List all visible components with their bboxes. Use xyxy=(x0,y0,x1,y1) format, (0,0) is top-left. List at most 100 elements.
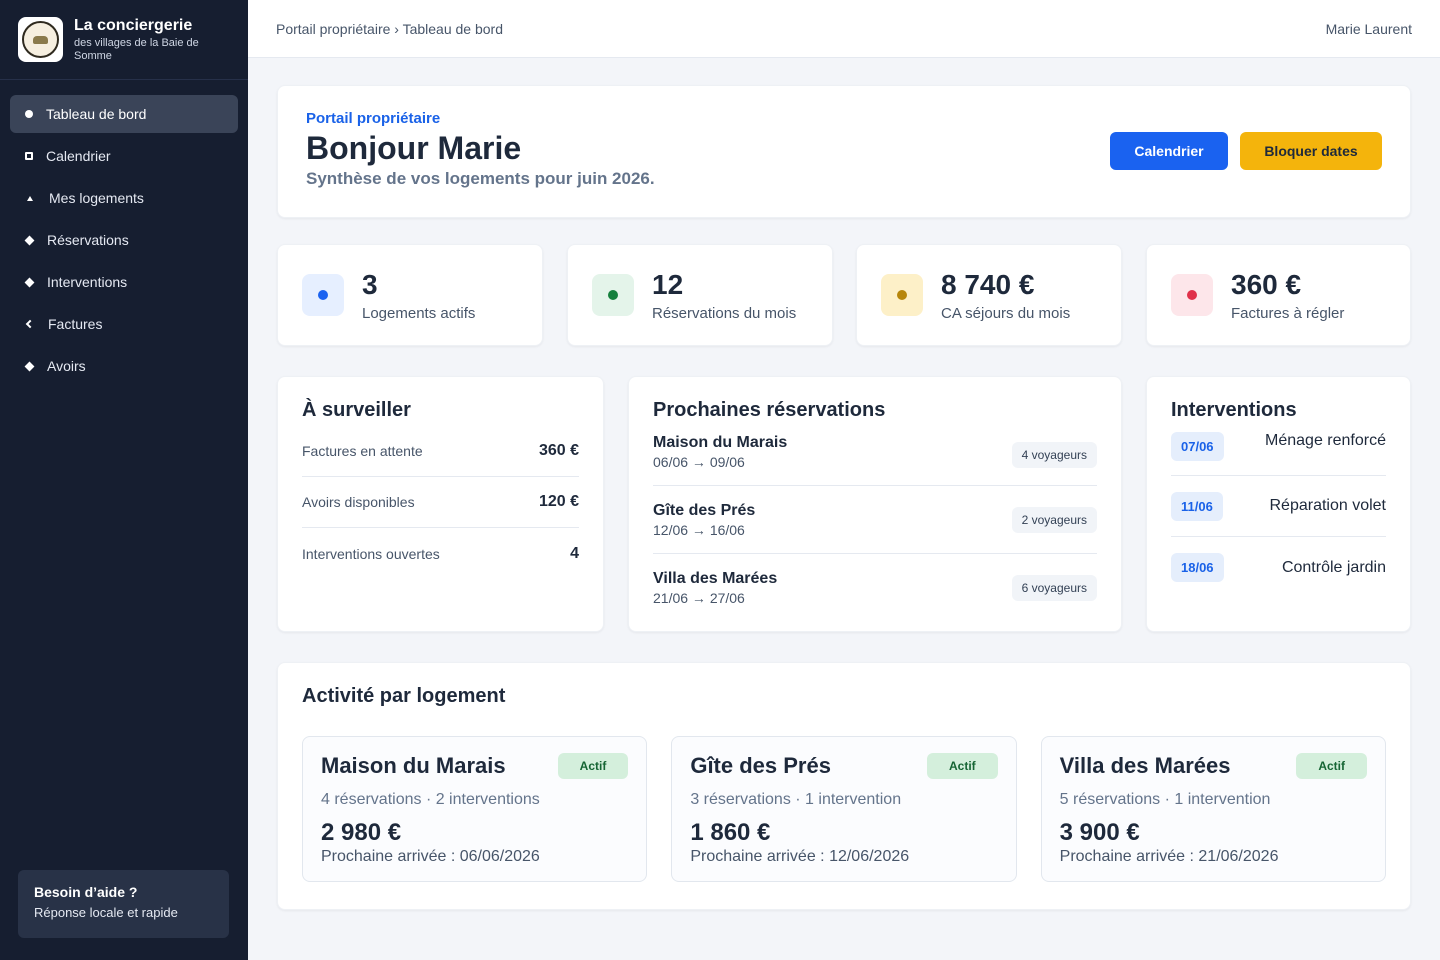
dot-icon xyxy=(608,290,618,300)
reservations-panel: Prochaines réservations Maison du Marais… xyxy=(628,376,1122,632)
reservation-dates: 21/06 → 27/06 xyxy=(653,590,745,606)
watch-value: 120 € xyxy=(538,493,579,510)
watch-label: Avoirs disponibles xyxy=(302,494,415,510)
topbar: Portail propriétaire › Tableau de bord M… xyxy=(248,0,1440,58)
hero-subtitle: Synthèse de vos logements pour juin 2026… xyxy=(306,169,655,188)
sidebar-nav: Tableau de bord Calendrier Mes logements… xyxy=(0,95,248,385)
watch-value: 360 € xyxy=(538,442,579,459)
guests-badge: 2 voyageurs xyxy=(1011,506,1097,533)
list-item[interactable]: Maison du Marais 06/06 → 09/06 4 voyageu… xyxy=(653,430,1097,486)
panel-title: Prochaines réservations xyxy=(653,399,886,421)
reservation-name: Maison du Marais xyxy=(653,434,788,451)
calendar-button[interactable]: Calendrier xyxy=(1110,132,1228,170)
property-amount: 1 860 € xyxy=(690,819,771,846)
stat-value: 3 xyxy=(362,268,378,300)
list-item[interactable]: Factures en attente 360 € xyxy=(302,426,579,477)
property-next-arrival: Prochaine arrivée : 12/06/2026 xyxy=(690,848,910,865)
list-item[interactable]: Villa des Marées 21/06 → 27/06 6 voyageu… xyxy=(653,554,1097,622)
guests-badge: 4 voyageurs xyxy=(1011,442,1097,468)
sidebar-item-label: Avoirs xyxy=(47,358,86,374)
property-card[interactable]: Maison du Marais Actif 4 réservations · … xyxy=(302,736,648,882)
sidebar-item-label: Mes logements xyxy=(49,190,144,206)
stat-label: CA séjours du mois xyxy=(941,304,1071,322)
diamond-icon xyxy=(24,235,35,245)
status-badge: Actif xyxy=(926,753,998,779)
sidebar: La conciergerie des villages de la Baie … xyxy=(0,0,248,960)
sidebar-item-label: Réservations xyxy=(47,232,129,248)
user-name[interactable]: Marie Laurent xyxy=(1326,21,1412,37)
watch-value: 4 xyxy=(570,544,579,562)
sidebar-item-reservations[interactable]: Réservations xyxy=(10,221,238,259)
list-item[interactable]: 11/06 Réparation volet xyxy=(1171,476,1386,537)
panel-title: À surveiller xyxy=(302,399,411,421)
dot-icon xyxy=(25,110,33,118)
status-badge: Actif xyxy=(557,753,629,779)
sidebar-item-interventions[interactable]: Interventions xyxy=(10,263,238,301)
reservation-dates: 12/06 → 16/06 xyxy=(653,521,745,538)
list-item[interactable]: Avoirs disponibles 120 € xyxy=(302,477,579,528)
watch-label: Factures en attente xyxy=(302,443,423,459)
stat-icon xyxy=(302,274,344,316)
block-dates-button[interactable]: Bloquer dates xyxy=(1240,132,1382,170)
square-icon xyxy=(25,152,33,160)
property-meta: 3 réservations · 1 intervention xyxy=(690,791,902,808)
property-card[interactable]: Gîte des Prés Actif 3 réservations · 1 i… xyxy=(671,736,1017,882)
property-amount: 2 980 € xyxy=(321,819,402,846)
stat-value: 8 740 € xyxy=(941,268,1035,300)
panel-title: Interventions xyxy=(1171,399,1297,421)
stat-icon xyxy=(592,274,634,316)
list-item[interactable]: 07/06 Ménage renforcé xyxy=(1171,432,1386,476)
list-item[interactable]: 18/06 Contrôle jardin xyxy=(1171,537,1386,598)
date-badge: 11/06 xyxy=(1171,491,1223,521)
stat-label: Réservations du mois xyxy=(652,304,797,322)
help-subtitle: Réponse locale et rapide xyxy=(34,905,178,920)
stat-label: Factures à régler xyxy=(1231,304,1345,322)
brand-title: La conciergerie xyxy=(74,16,193,34)
house-icon xyxy=(27,195,33,201)
dot-icon xyxy=(897,290,907,300)
brand[interactable]: La conciergerie des villages de la Baie … xyxy=(0,0,248,80)
interventions-panel: Interventions 07/06 Ménage renforcé 11/0… xyxy=(1146,376,1411,632)
property-meta: 4 réservations · 2 interventions xyxy=(321,791,540,808)
breadcrumb[interactable]: Portail propriétaire › Tableau de bord xyxy=(276,21,503,37)
status-badge: Actif xyxy=(1296,753,1367,779)
brand-subtitle: des villages de la Baie de Somme xyxy=(74,36,199,62)
stat-card-reservations: 12 Réservations du mois xyxy=(567,244,833,346)
stat-card-factures: 360 € Factures à régler xyxy=(1146,244,1411,346)
stat-value: 12 xyxy=(652,268,684,300)
reservation-name: Villa des Marées xyxy=(653,570,778,587)
stat-card-logements: 3 Logements actifs xyxy=(277,244,543,346)
sidebar-item-mes-logements[interactable]: Mes logements xyxy=(10,179,238,217)
hero-kicker: Portail propriétaire xyxy=(306,110,441,127)
diamond-icon xyxy=(24,361,35,371)
stat-icon xyxy=(881,274,923,316)
intervention-label: Réparation volet xyxy=(1269,497,1386,514)
dot-icon xyxy=(1187,290,1197,300)
watch-label: Interventions ouvertes xyxy=(302,545,440,562)
brand-logo xyxy=(18,17,63,62)
sidebar-item-label: Factures xyxy=(48,316,103,332)
logo-seal-icon xyxy=(22,21,59,58)
dot-icon xyxy=(318,290,328,300)
sidebar-item-calendrier[interactable]: Calendrier xyxy=(10,137,238,175)
stat-card-ca: 8 740 € CA séjours du mois xyxy=(856,244,1122,346)
date-badge: 18/06 xyxy=(1171,553,1224,582)
help-title: Besoin d’aide ? xyxy=(34,884,138,900)
sidebar-item-tableau-de-bord[interactable]: Tableau de bord xyxy=(10,95,238,133)
hero-actions: Calendrier Bloquer dates xyxy=(1110,132,1382,170)
sidebar-item-avoirs[interactable]: Avoirs xyxy=(10,347,238,385)
stat-label: Logements actifs xyxy=(362,304,476,322)
sidebar-item-factures[interactable]: Factures xyxy=(10,305,238,343)
chevron-left-icon xyxy=(25,319,35,329)
sidebar-item-label: Tableau de bord xyxy=(46,106,147,122)
property-card[interactable]: Villa des Marées Actif 5 réservations · … xyxy=(1040,736,1386,882)
activity-panel: Activité par logement Maison du Marais A… xyxy=(277,662,1411,910)
sidebar-item-label: Calendrier xyxy=(46,148,111,164)
list-item[interactable]: Gîte des Prés 12/06 → 16/06 2 voyageurs xyxy=(653,486,1097,554)
help-box[interactable]: Besoin d’aide ? Réponse locale et rapide xyxy=(18,870,229,938)
list-item[interactable]: Interventions ouvertes 4 xyxy=(302,528,579,579)
date-badge: 07/06 xyxy=(1171,432,1224,461)
property-next-arrival: Prochaine arrivée : 21/06/2026 xyxy=(1059,848,1279,865)
property-amount: 3 900 € xyxy=(1059,819,1140,846)
watch-panel: À surveiller Factures en attente 360 € A… xyxy=(277,376,604,632)
